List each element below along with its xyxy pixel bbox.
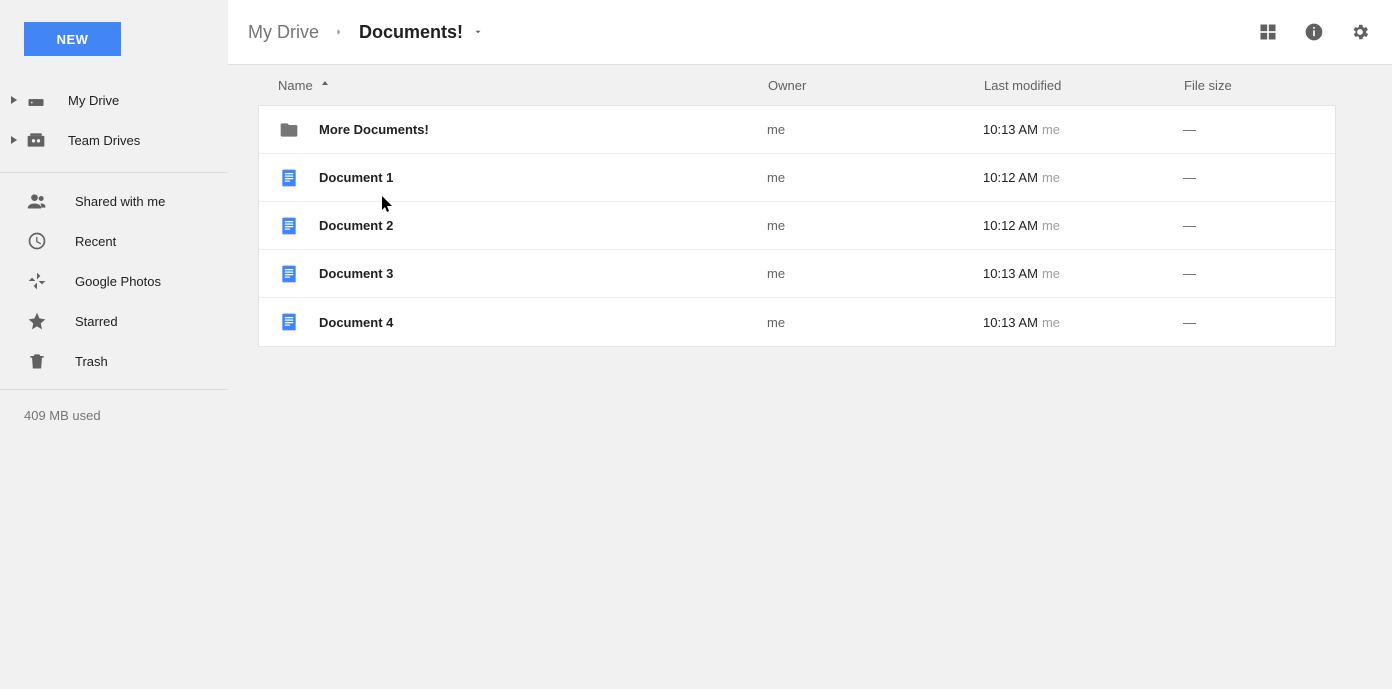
file-size: — — [1183, 266, 1335, 281]
column-owner[interactable]: Owner — [768, 78, 806, 93]
photos-icon — [27, 271, 47, 291]
file-owner: me — [767, 218, 983, 233]
nav-label: Google Photos — [75, 274, 161, 289]
breadcrumb-parent[interactable]: My Drive — [248, 22, 319, 43]
sort-ascending-icon — [319, 79, 331, 91]
file-size: — — [1183, 122, 1335, 137]
view-grid-button[interactable] — [1258, 22, 1278, 42]
file-owner: me — [767, 122, 983, 137]
settings-button[interactable] — [1350, 22, 1370, 42]
column-size[interactable]: File size — [1184, 78, 1232, 93]
file-name: Document 1 — [319, 170, 393, 185]
nav-label: Starred — [75, 314, 118, 329]
nav-label: Trash — [75, 354, 108, 369]
expand-icon[interactable] — [10, 136, 18, 144]
chevron-down-icon[interactable] — [473, 27, 483, 37]
file-size: — — [1183, 218, 1335, 233]
column-modified[interactable]: Last modified — [984, 78, 1061, 93]
trash-icon — [27, 351, 47, 371]
file-row[interactable]: Document 1 me10:12 AMme— — [259, 154, 1335, 202]
people-icon — [27, 191, 47, 211]
doc-icon — [279, 312, 299, 332]
clock-icon — [27, 231, 47, 251]
details-button[interactable] — [1304, 22, 1324, 42]
sidebar: NEW My Drive Team Drives — [0, 0, 228, 689]
star-icon — [27, 311, 47, 331]
expand-icon[interactable] — [10, 96, 18, 104]
file-owner: me — [767, 170, 983, 185]
team-drives-icon — [26, 130, 46, 150]
file-modified: 10:12 AMme — [983, 218, 1183, 233]
storage-used: 409 MB used — [0, 390, 228, 441]
file-modified: 10:13 AMme — [983, 266, 1183, 281]
column-headers: Name Owner Last modified File size — [258, 65, 1336, 105]
nav-shared-with-me[interactable]: Shared with me — [0, 181, 228, 221]
file-size: — — [1183, 315, 1335, 330]
file-modified: 10:13 AMme — [983, 315, 1183, 330]
nav-label: Shared with me — [75, 194, 165, 209]
nav-recent[interactable]: Recent — [0, 221, 228, 261]
file-size: — — [1183, 170, 1335, 185]
nav-google-photos[interactable]: Google Photos — [0, 261, 228, 301]
file-owner: me — [767, 266, 983, 281]
breadcrumb-current-label: Documents! — [359, 22, 463, 43]
file-row[interactable]: Document 4 me10:13 AMme— — [259, 298, 1335, 346]
nav-label: Team Drives — [68, 133, 140, 148]
file-name: Document 3 — [319, 266, 393, 281]
file-row[interactable]: Document 3 me10:13 AMme— — [259, 250, 1335, 298]
topbar: My Drive Documents! — [228, 0, 1392, 65]
file-row[interactable]: Document 2 me10:12 AMme— — [259, 202, 1335, 250]
column-name[interactable]: Name — [278, 78, 331, 93]
doc-icon — [279, 216, 299, 236]
file-name: More Documents! — [319, 122, 429, 137]
doc-icon — [279, 264, 299, 284]
nav-starred[interactable]: Starred — [0, 301, 228, 341]
file-modified: 10:13 AMme — [983, 122, 1183, 137]
nav-team-drives[interactable]: Team Drives — [0, 120, 228, 160]
file-owner: me — [767, 315, 983, 330]
file-row[interactable]: More Documents! me10:13 AMme— — [259, 106, 1335, 154]
breadcrumb-current[interactable]: Documents! — [359, 22, 483, 43]
nav-label: Recent — [75, 234, 116, 249]
file-name: Document 2 — [319, 218, 393, 233]
folder-icon — [279, 120, 299, 140]
drive-icon — [26, 90, 46, 110]
file-name: Document 4 — [319, 315, 393, 330]
chevron-right-icon — [333, 26, 345, 38]
doc-icon — [279, 168, 299, 188]
nav-my-drive[interactable]: My Drive — [0, 80, 228, 120]
column-name-label: Name — [278, 78, 313, 93]
new-button[interactable]: NEW — [24, 22, 121, 56]
file-modified: 10:12 AMme — [983, 170, 1183, 185]
breadcrumb: My Drive Documents! — [248, 22, 483, 43]
nav-trash[interactable]: Trash — [0, 341, 228, 381]
nav-label: My Drive — [68, 93, 119, 108]
